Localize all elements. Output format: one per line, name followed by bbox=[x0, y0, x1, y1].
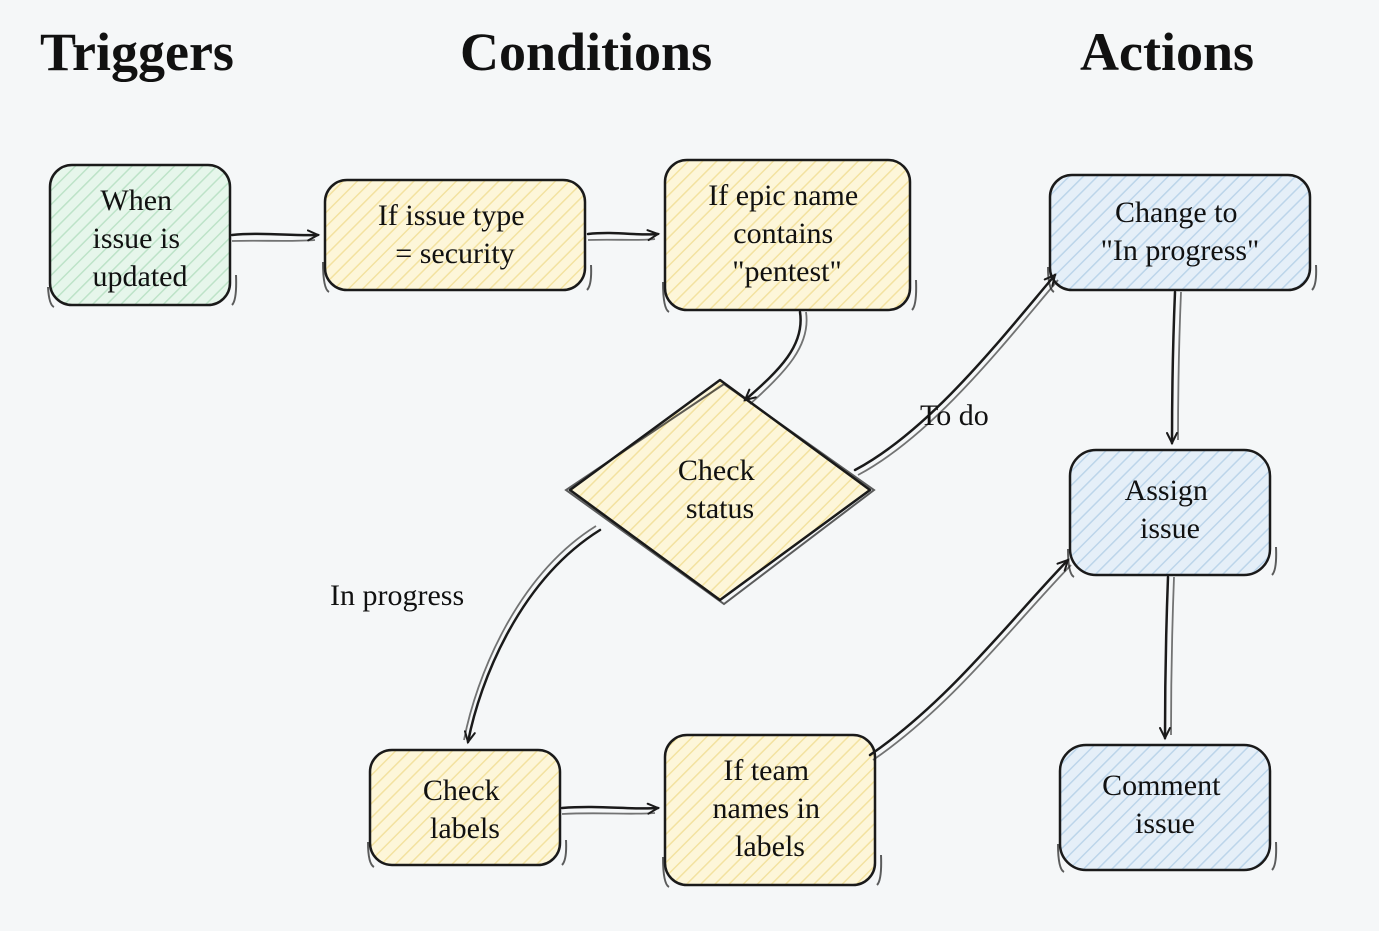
node-cond-check-labels: Check labels bbox=[368, 750, 566, 867]
edge-label-todo: To do bbox=[920, 399, 989, 432]
workflow-diagram: Triggers Conditions Actions When issue i… bbox=[0, 0, 1379, 931]
heading-triggers: Triggers bbox=[40, 22, 234, 82]
node-trigger-updated: When issue is updated bbox=[48, 165, 236, 307]
arrow-trigger-to-issuetype bbox=[232, 234, 318, 241]
svg-text:When issue is upda: When issue is updated bbox=[92, 184, 187, 293]
edge-label-inprogress: In progress bbox=[330, 579, 464, 612]
arrow-changeprogress-to-assign bbox=[1172, 292, 1181, 443]
heading-conditions: Conditions bbox=[460, 22, 712, 82]
arrow-issuetype-to-epicname bbox=[588, 233, 658, 240]
heading-actions: Actions bbox=[1080, 22, 1254, 82]
node-cond-issue-type: If issue type = security bbox=[323, 180, 591, 292]
arrow-teamnames-to-assign bbox=[870, 560, 1071, 760]
node-action-change-progress: Change to "In progress" bbox=[1048, 175, 1316, 292]
arrow-checklabels-to-teamnames bbox=[562, 807, 658, 814]
node-cond-check-status: Check status bbox=[566, 380, 874, 604]
node-cond-team-labels: If team names in labels bbox=[663, 735, 881, 887]
node-cond-epic-name: If epic name contains "pentest" bbox=[663, 160, 916, 312]
arrow-assign-to-comment bbox=[1165, 577, 1174, 738]
node-action-assign: Assign issue bbox=[1068, 450, 1276, 577]
arrow-epicname-to-checkstatus bbox=[745, 312, 807, 404]
arrow-checkstatus-to-checklabels bbox=[464, 526, 600, 742]
node-action-comment: Comment issue bbox=[1058, 745, 1276, 872]
